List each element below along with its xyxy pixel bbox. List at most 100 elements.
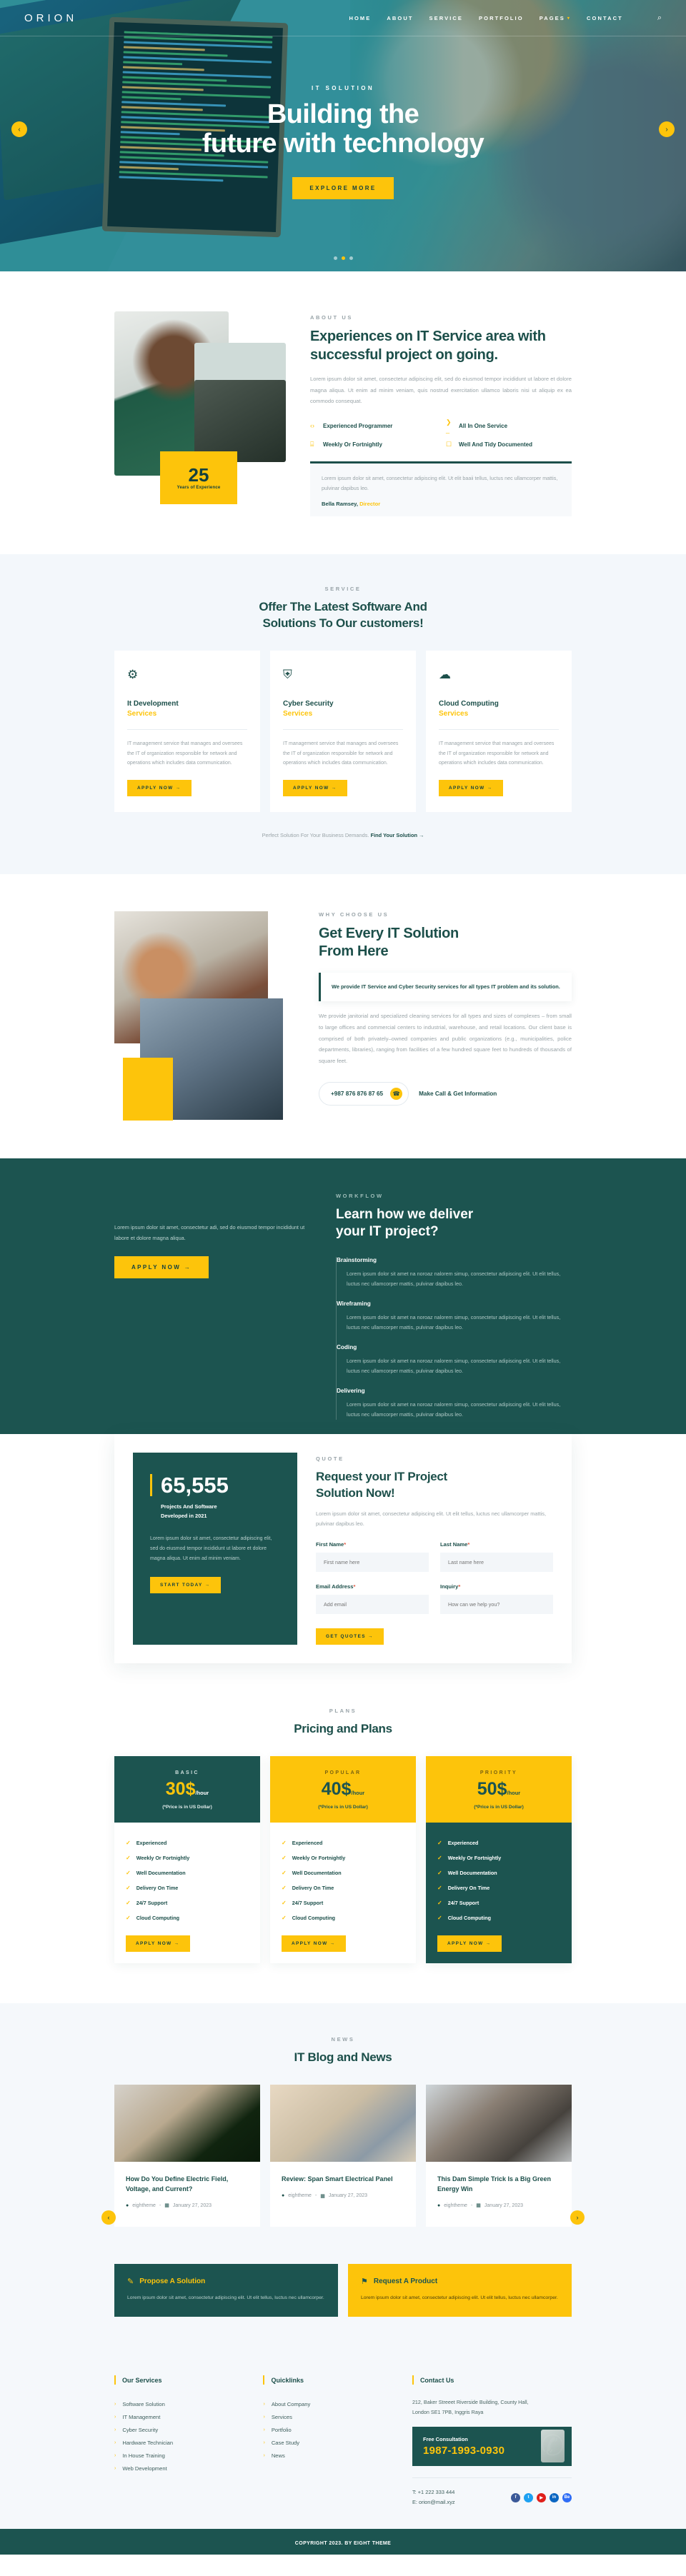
hero-next-arrow[interactable]: › [659,121,675,137]
why-title-line2: From Here [319,943,389,960]
blog-post-card[interactable]: Review: Span Smart Electrical Panel ● ei… [270,2085,416,2227]
quote-section: 65,555 Projects And Software Developed i… [0,1434,686,1704]
footer-link-item[interactable]: › Web Development [114,2462,242,2475]
footer-link-item[interactable]: › Case Study [263,2436,390,2449]
service-card[interactable]: ⚙ It Development Services IT management s… [114,650,260,812]
email-field-wrap: Email Address* [316,1583,429,1615]
footer-link-item[interactable]: › Portfolio [263,2423,390,2436]
chevron-right-icon: › [263,2452,265,2458]
workflow-title-line2: your IT project? [336,1224,439,1240]
laptop-icon: ⌸ [310,440,314,448]
explore-more-button[interactable]: EXPLORE MORE [292,177,394,200]
workflow-right: WORKFLOW Learn how we deliver your IT pr… [336,1193,572,1420]
find-solution-link[interactable]: Find Your Solution → [371,832,424,838]
blog-post-card[interactable]: How Do You Define Electric Field, Voltag… [114,2085,260,2227]
footer-link-item[interactable]: › Services [263,2410,390,2423]
footer-link-item[interactable]: › Hardware Technician [114,2436,242,2449]
plan-feature: ✓ Cloud Computing [282,1910,404,1925]
workflow-step: Delivering Lorem ipsum dolor sit amet na… [336,1388,572,1420]
blog-inner: NEWS IT Blog and News How Do You Define … [114,2036,572,2227]
service-card[interactable]: ☁ Cloud Computing Services IT management … [426,650,572,812]
chevron-right-icon: › [263,2401,265,2407]
hero-prev-arrow[interactable]: ‹ [11,121,27,137]
last-name-input[interactable] [440,1553,553,1573]
blog-prev-arrow[interactable]: ‹ [101,2210,116,2225]
plan-tier: BASIC [175,1770,199,1776]
chevron-right-icon: › [263,2427,265,2432]
plan-feature-label: Delivery On Time [292,1885,334,1892]
quote-eyebrow: QUOTE [316,1455,344,1463]
services-title-line2: Solutions To Our customers! [262,616,424,630]
footer-link-item[interactable]: › About Company [263,2397,390,2410]
cta-heading: ✎ Propose A Solution [127,2277,325,2286]
phone-pill[interactable]: +987 876 876 87 65 ☎ [319,1082,409,1106]
plan-apply-button[interactable]: APPLY NOW → [126,1935,190,1953]
quote-inner: 65,555 Projects And Software Developed i… [114,1434,572,1664]
services-title-line1: Offer The Latest Software And [259,600,427,613]
propose-solution-card[interactable]: ✎ Propose A Solution Lorem ipsum dolor s… [114,2264,338,2317]
service-card[interactable]: ⛨ Cyber Security Services IT management s… [270,650,416,812]
youtube-icon[interactable]: ▶ [537,2492,547,2502]
workflow-apply-button[interactable]: APPLY NOW → [114,1256,209,1279]
footer-link-item[interactable]: › News [263,2449,390,2462]
facebook-icon[interactable]: f [511,2492,521,2502]
workflow-eyebrow: WORKFLOW [336,1192,384,1199]
plan-feature: ✓ Experienced [437,1835,560,1850]
service-card-text: IT management service that manages and o… [127,741,243,766]
plan-tier: POPULAR [324,1770,362,1776]
first-name-label-text: First Name [316,1541,344,1548]
check-icon: ✓ [437,1840,442,1847]
request-product-card[interactable]: ⚑ Request A Product Lorem ipsum dolor si… [348,2264,572,2317]
counter-panel: 65,555 Projects And Software Developed i… [133,1453,297,1645]
blog-post-author: eightheme [288,2193,312,2199]
footer-link-item[interactable]: › Software Solution [114,2397,242,2410]
blog-post-title[interactable]: This Dam Simple Trick Is a Big Green Ene… [437,2175,560,2194]
footer-address: 212, Baker Streeet Riverside Building, C… [412,2397,572,2417]
blog-post-title[interactable]: How Do You Define Electric Field, Voltag… [126,2175,249,2194]
plan-feature: ✓ Weekly Or Fortnightly [282,1850,404,1865]
inquiry-input[interactable] [440,1595,553,1615]
workflow-step-text: Lorem ipsum dolor sit amet na noroaz nal… [347,1314,561,1331]
about-feature-2: ⌸ Weekly Or Fortnightly [310,441,436,448]
hero-dot-1[interactable] [333,256,337,260]
required-marker: * [458,1583,461,1590]
free-consultation-box[interactable]: Free Consultation 1987-1993-0930 ✆ [412,2426,572,2466]
plan-apply-button[interactable]: APPLY NOW → [282,1935,346,1953]
pricing-plans: BASIC 30$/hour (*Price is in US Dollar) … [114,1756,572,1964]
start-today-button[interactable]: START TODAY → [150,1576,221,1593]
footer-link-item[interactable]: › IT Management [114,2410,242,2423]
about-feature-1: ❯_ All In One Service [446,419,572,433]
divider [127,728,247,730]
get-quotes-button[interactable]: GET QUOTES → [316,1628,384,1645]
blog-next-arrow[interactable]: › [570,2210,585,2225]
apply-now-button[interactable]: APPLY NOW → [127,779,192,796]
service-cards: ⚙ It Development Services IT management s… [114,650,572,812]
hero-slider-dots [0,256,686,260]
gear-icon: ⚙ [127,667,139,681]
apply-now-button[interactable]: APPLY NOW → [439,779,503,796]
footer-link-item[interactable]: › Cyber Security [114,2423,242,2436]
plan-price-value: 40$ [321,1779,352,1800]
service-title-1: Cyber Security [283,699,334,708]
plan-feature-label: Weekly Or Fortnightly [136,1855,190,1862]
plan-feature-label: Cloud Computing [292,1915,335,1922]
first-name-input[interactable] [316,1553,429,1573]
blog-post-card[interactable]: This Dam Simple Trick Is a Big Green Ene… [426,2085,572,2227]
blog-post-title[interactable]: Review: Span Smart Electrical Panel [282,2175,404,2185]
first-name-label: First Name* [316,1541,429,1548]
chevron-right-icon: › [263,2414,265,2420]
calendar-icon: ▦ [164,2203,169,2209]
footer-contact-title: Contact Us [419,2376,454,2384]
hero-dot-3[interactable] [349,256,353,260]
apply-now-button[interactable]: APPLY NOW → [283,779,347,796]
hero-dot-2[interactable] [341,256,345,260]
check-icon: ✓ [282,1870,287,1877]
behance-icon[interactable]: Be [562,2492,572,2502]
blog-post-meta: ● eightheme - ▦ January 27, 2023 [437,2202,560,2209]
email-input[interactable] [316,1595,429,1615]
footer-link-item[interactable]: › In House Training [114,2449,242,2462]
linkedin-icon[interactable]: in [550,2492,560,2502]
plan-apply-button[interactable]: APPLY NOW → [437,1935,502,1953]
twitter-icon[interactable]: t [524,2492,534,2502]
why-paragraph: We provide janitorial and specialized cl… [319,1013,572,1064]
